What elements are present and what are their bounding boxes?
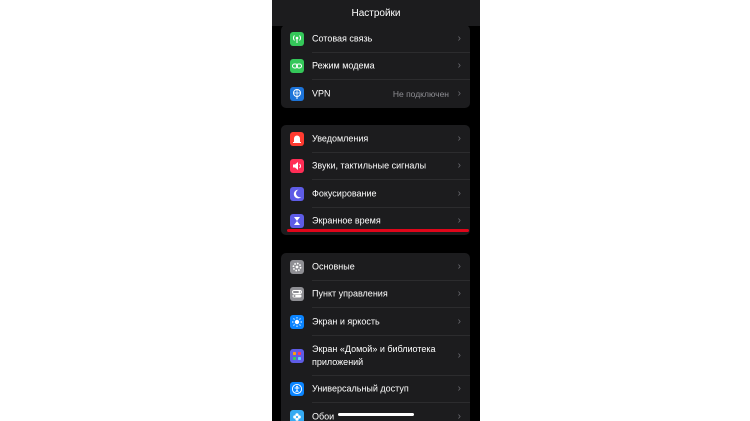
vpn-status-value: Не подключен (392, 88, 449, 99)
chevron-right-icon: › (457, 288, 461, 300)
settings-row-label: Экран «Домой» и библиотека приложений (312, 343, 436, 367)
chevron-right-icon: › (457, 87, 461, 99)
speaker-icon (290, 159, 304, 174)
settings-screen: Настройки Сотовая связь › Режим модема ›… (272, 0, 480, 421)
globe-icon (290, 86, 304, 101)
settings-row-label: Сотовая связь (312, 33, 373, 44)
settings-row-label: Основные (312, 261, 355, 272)
settings-group-connectivity: Сотовая связь › Режим модема › VPN Не по… (281, 25, 470, 108)
moon-icon (290, 186, 304, 201)
page-title: Настройки (351, 8, 401, 19)
settings-row-label: Уведомления (312, 133, 369, 144)
settings-row-display-brightness[interactable]: Экран и яркость › (281, 308, 470, 336)
settings-row-label: Универсальный доступ (312, 383, 409, 394)
settings-row-label: Пункт управления (312, 288, 388, 299)
chevron-right-icon: › (457, 215, 461, 227)
settings-row-control-center[interactable]: Пункт управления › (281, 281, 470, 308)
toggles-icon (290, 287, 304, 302)
settings-row-label: Режим модема (312, 60, 375, 71)
settings-row-wallpaper[interactable]: Обои › (281, 403, 470, 421)
settings-row-general[interactable]: Основные › (281, 253, 470, 281)
settings-group-notifications: Уведомления › Звуки, тактильные сигналы … (281, 125, 470, 235)
settings-group-general: Основные › Пункт управления › Экран и яр… (281, 253, 470, 421)
chevron-right-icon: › (457, 410, 461, 421)
app-grid-icon (290, 348, 304, 363)
accessibility-icon (290, 382, 304, 397)
settings-row-home-screen[interactable]: Экран «Домой» и библиотека приложений › (281, 336, 470, 376)
settings-row-label: Экранное время (312, 215, 381, 226)
settings-row-accessibility[interactable]: Универсальный доступ › (281, 376, 470, 403)
bell-icon (290, 131, 304, 146)
settings-row-focus[interactable]: Фокусирование › (281, 180, 470, 208)
highlight-underline (287, 229, 469, 232)
chevron-right-icon: › (457, 349, 461, 361)
hourglass-icon (290, 214, 304, 229)
chevron-right-icon: › (457, 32, 461, 44)
sun-icon (290, 314, 304, 329)
chevron-right-icon: › (457, 260, 461, 272)
settings-row-personal-hotspot[interactable]: Режим модема › (281, 53, 470, 80)
settings-row-cellular[interactable]: Сотовая связь › (281, 25, 470, 53)
chain-link-icon (290, 59, 304, 74)
gear-icon (290, 259, 304, 274)
settings-row-label: Экран и яркость (312, 316, 380, 327)
settings-row-sounds-haptics[interactable]: Звуки, тактильные сигналы › (281, 153, 470, 180)
navigation-bar: Настройки (272, 0, 480, 26)
chevron-right-icon: › (457, 383, 461, 395)
settings-row-notifications[interactable]: Уведомления › (281, 125, 470, 153)
settings-row-label: Звуки, тактильные сигналы (312, 160, 427, 171)
chevron-right-icon: › (457, 132, 461, 144)
chevron-right-icon: › (457, 60, 461, 72)
home-indicator[interactable] (338, 413, 414, 416)
settings-row-vpn[interactable]: VPN Не подключен › (281, 80, 470, 108)
chevron-right-icon: › (457, 187, 461, 199)
chevron-right-icon: › (457, 315, 461, 327)
flower-icon (290, 409, 304, 421)
antenna-icon (290, 31, 304, 46)
chevron-right-icon: › (457, 160, 461, 172)
settings-row-label: Фокусирование (312, 188, 377, 199)
